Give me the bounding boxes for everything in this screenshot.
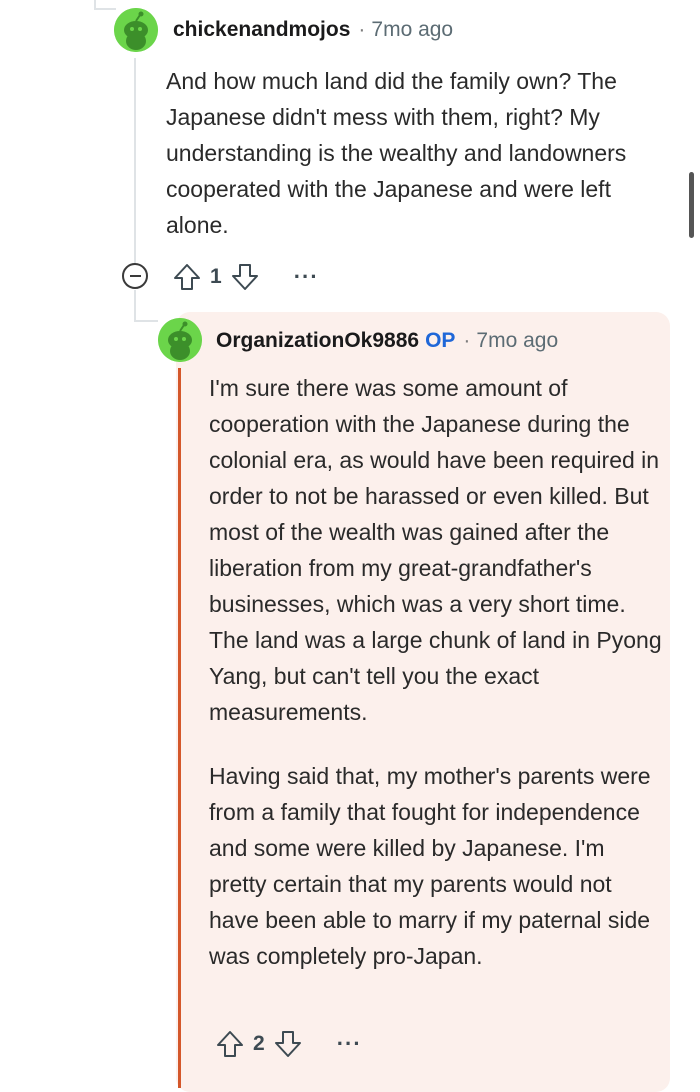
more-options-button[interactable]: ··· <box>337 1031 362 1057</box>
username[interactable]: OrganizationOk9886 <box>216 329 419 352</box>
more-options-button[interactable]: ··· <box>294 264 319 290</box>
comment-meta: OrganizationOk9886 OP · 7mo ago <box>216 327 558 355</box>
more-icon: ··· <box>336 1031 362 1056</box>
comment-paragraph: I'm sure there was some amount of cooper… <box>209 375 662 725</box>
scrollbar[interactable] <box>689 172 694 238</box>
snoo-avatar-icon <box>158 318 202 362</box>
vote-count: 1 <box>210 265 222 288</box>
collapse-thread-button[interactable] <box>122 263 148 289</box>
comment-meta: chickenandmojos · 7mo ago <box>173 16 453 44</box>
comment-actions: 1 ··· <box>172 257 319 297</box>
thread-line-comment1-bottom <box>134 290 136 320</box>
comment-paragraph: Having said that, my mother's parents we… <box>209 763 651 969</box>
upvote-icon <box>174 264 200 290</box>
separator-dot: · <box>463 329 471 352</box>
upvote-button[interactable] <box>172 262 202 292</box>
thread-line-connector <box>94 8 116 10</box>
upvote-icon <box>217 1031 243 1057</box>
comment-paragraph: And how much land did the family own? Th… <box>166 68 627 238</box>
comment-body: I'm sure there was some amount of cooper… <box>209 370 667 974</box>
downvote-icon <box>231 264 258 290</box>
separator-dot: · <box>358 18 366 41</box>
downvote-button[interactable] <box>273 1029 303 1059</box>
avatar[interactable] <box>114 8 158 52</box>
snoo-avatar-icon <box>114 8 158 52</box>
timestamp[interactable]: 7mo ago <box>476 329 558 352</box>
highlight-bar <box>178 368 181 1088</box>
upvote-button[interactable] <box>215 1029 245 1059</box>
timestamp[interactable]: 7mo ago <box>371 18 453 41</box>
vote-count: 2 <box>253 1032 265 1055</box>
more-icon: ··· <box>293 264 319 289</box>
avatar[interactable] <box>158 318 202 362</box>
collapse-icon <box>129 275 141 277</box>
thread-line-comment1 <box>134 58 136 263</box>
username[interactable]: chickenandmojos <box>173 18 350 41</box>
comment-actions: 2 ··· <box>215 1024 362 1064</box>
thread-line-reply-connector <box>134 320 158 322</box>
comment-body: And how much land did the family own? Th… <box>166 63 676 243</box>
op-badge: OP <box>425 329 456 352</box>
downvote-icon <box>274 1031 301 1057</box>
downvote-button[interactable] <box>230 262 260 292</box>
